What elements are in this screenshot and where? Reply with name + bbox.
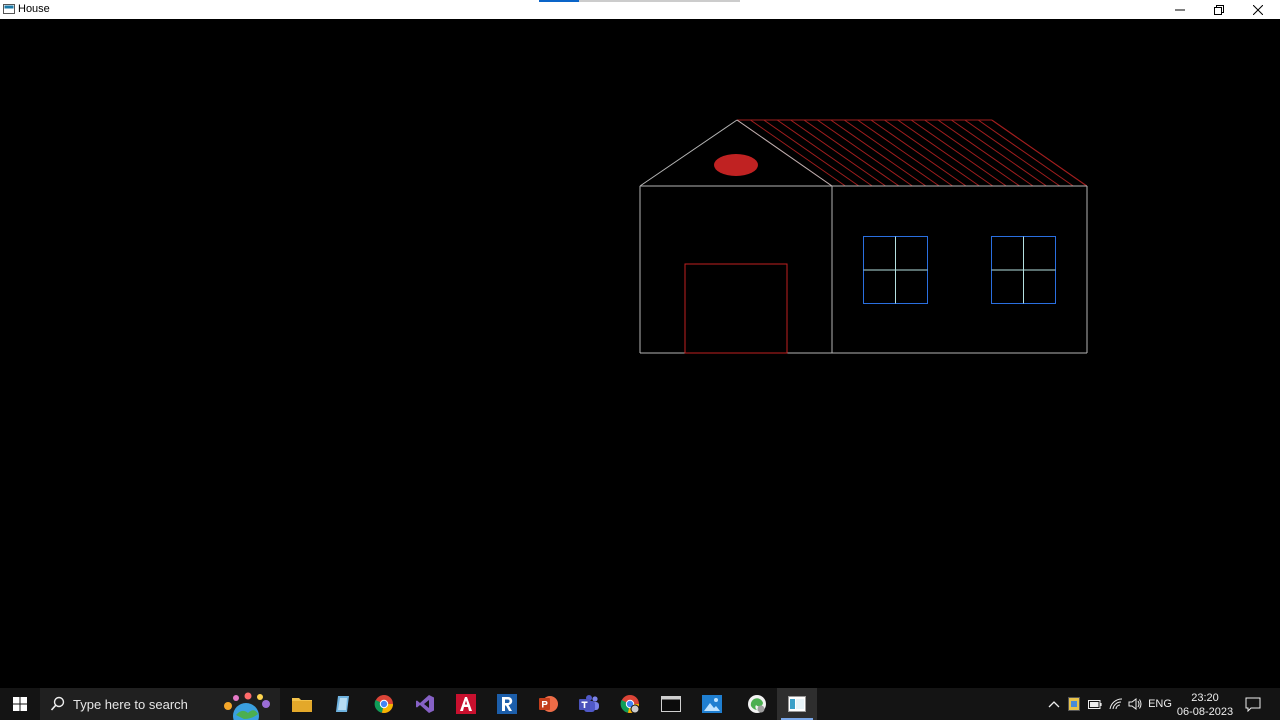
close-icon bbox=[1253, 4, 1263, 15]
notification-icon bbox=[1245, 697, 1261, 712]
taskbar-teams[interactable] bbox=[569, 688, 609, 720]
taskbar-autocad[interactable] bbox=[446, 688, 486, 720]
search-highlight-art bbox=[224, 692, 270, 720]
chevron-up-icon bbox=[1048, 701, 1060, 708]
taskbar-notepad-app[interactable] bbox=[323, 688, 363, 720]
door bbox=[684, 263, 788, 354]
start-button[interactable] bbox=[0, 688, 40, 720]
powerpoint-icon bbox=[539, 696, 558, 712]
loading-progress-bar bbox=[539, 0, 740, 2]
taskbar-house-app[interactable] bbox=[777, 688, 817, 720]
window-title: House bbox=[18, 3, 50, 15]
window-left bbox=[863, 236, 928, 304]
tray-app-icon[interactable] bbox=[1064, 688, 1084, 720]
roof-outline bbox=[639, 119, 833, 187]
visual-studio-icon bbox=[416, 695, 434, 713]
clock-time: 23:20 bbox=[1191, 692, 1219, 704]
house-drawing bbox=[639, 119, 1088, 354]
taskbar-photos[interactable] bbox=[692, 688, 732, 720]
windows-logo-icon bbox=[13, 697, 27, 711]
chrome-icon bbox=[620, 695, 640, 714]
close-button[interactable] bbox=[1238, 0, 1278, 19]
search-icon bbox=[50, 696, 65, 711]
volume-button[interactable] bbox=[1126, 688, 1144, 720]
battery-icon bbox=[1088, 699, 1102, 709]
app-icon bbox=[3, 4, 15, 14]
clock-date: 06-08-2023 bbox=[1176, 706, 1234, 718]
taskbar-search-box[interactable]: Type here to search bbox=[40, 688, 280, 720]
chimney-disc bbox=[714, 154, 758, 176]
taskbar-terminal[interactable] bbox=[651, 688, 691, 720]
gable-left-edge bbox=[639, 119, 738, 187]
folder-icon bbox=[292, 698, 312, 712]
chrome-icon bbox=[374, 695, 394, 714]
title-bar: House bbox=[0, 0, 1280, 19]
terminal-icon bbox=[661, 696, 681, 712]
revit-icon bbox=[497, 694, 517, 714]
photos-icon bbox=[702, 695, 722, 713]
taskbar-edge[interactable] bbox=[737, 688, 777, 720]
clock[interactable]: 23:20 06-08-2023 bbox=[1174, 691, 1236, 719]
taskbar-file-explorer[interactable] bbox=[282, 688, 322, 720]
speaker-icon bbox=[1128, 698, 1142, 710]
autocad-icon bbox=[456, 694, 476, 714]
notification-center-button[interactable] bbox=[1240, 688, 1266, 720]
notepad-icon bbox=[336, 696, 349, 712]
battery-button[interactable] bbox=[1085, 688, 1105, 720]
taskbar-chrome[interactable] bbox=[364, 688, 404, 720]
restore-icon bbox=[1214, 4, 1224, 15]
roof-right-edge bbox=[991, 119, 1088, 187]
taskbar-visual-studio[interactable] bbox=[405, 688, 445, 720]
window-right bbox=[991, 236, 1056, 304]
taskbar-chrome-2[interactable] bbox=[610, 688, 650, 720]
search-placeholder: Type here to search bbox=[73, 697, 188, 712]
taskbar: Type here to search ENG 23:20 06-08-2023 bbox=[0, 688, 1280, 720]
taskbar-revit[interactable] bbox=[487, 688, 527, 720]
tray-app-icon bbox=[1068, 697, 1080, 711]
minimize-icon bbox=[1175, 9, 1185, 10]
show-hidden-icons-button[interactable] bbox=[1046, 688, 1062, 720]
wifi-icon bbox=[1109, 698, 1123, 710]
roof-hatching bbox=[736, 119, 1088, 187]
loading-progress-fill bbox=[539, 0, 580, 2]
network-button[interactable] bbox=[1106, 688, 1126, 720]
window-app-icon bbox=[788, 696, 806, 712]
taskbar-powerpoint[interactable] bbox=[528, 688, 568, 720]
teams-icon bbox=[579, 695, 599, 712]
minimize-button[interactable] bbox=[1160, 0, 1200, 19]
drawing-canvas bbox=[0, 19, 1280, 688]
edge-icon bbox=[748, 695, 766, 713]
restore-button[interactable] bbox=[1199, 0, 1239, 19]
input-language-button[interactable]: ENG bbox=[1146, 688, 1174, 720]
